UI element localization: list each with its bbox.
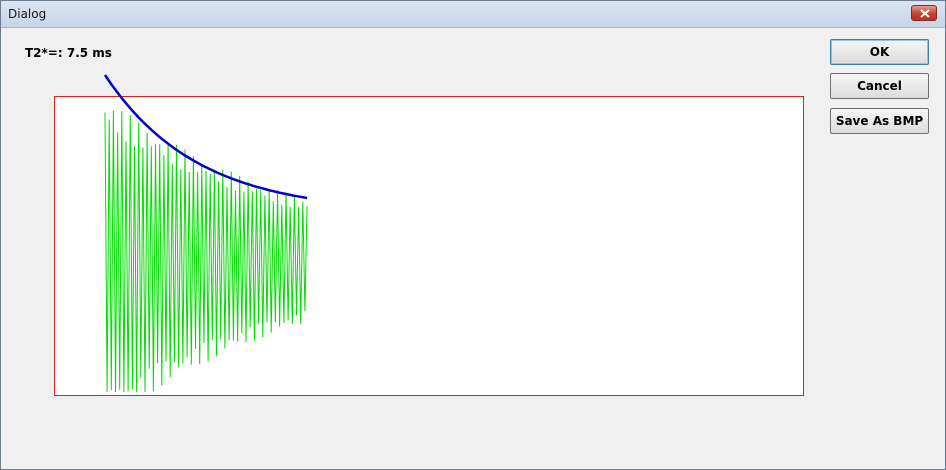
signal-trace [104, 110, 308, 393]
save-as-bmp-button[interactable]: Save As BMP [830, 108, 929, 134]
dialog-window: Dialog T2*=: 7.5 ms OK Cancel Save As BM… [0, 0, 946, 470]
cancel-button[interactable]: Cancel [830, 73, 929, 99]
signal-plot [103, 74, 308, 393]
ok-button[interactable]: OK [830, 39, 929, 65]
